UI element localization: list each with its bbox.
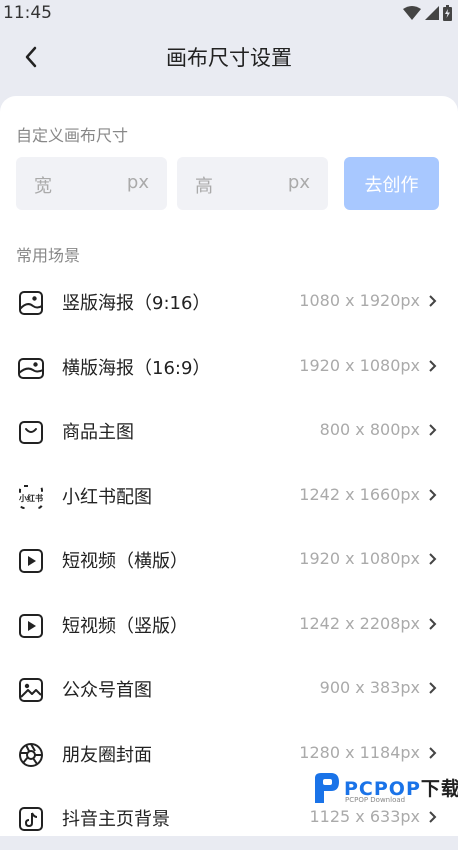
page-title: 画布尺寸设置 (166, 46, 292, 70)
status-bar: 11:45 (0, 0, 458, 28)
item-name: 抖音主页背景 (62, 809, 170, 830)
poster-landscape-icon (18, 357, 44, 379)
image-icon (19, 678, 43, 702)
play-icon (19, 549, 43, 573)
tiktok-icon (19, 807, 43, 831)
height-placeholder: 高 (195, 176, 213, 197)
pcpop-logo-icon (315, 773, 339, 803)
watermark-brand-cn: 下载 (420, 778, 458, 800)
header: 画布尺寸设置 (0, 28, 458, 88)
item-name: 竖版海报（9:16） (62, 293, 211, 314)
chevron-right-icon (429, 424, 437, 436)
item-size: 900 x 383px (319, 678, 420, 697)
width-input[interactable]: 宽 px (16, 157, 167, 210)
width-placeholder: 宽 (34, 176, 52, 197)
chevron-right-icon (429, 553, 437, 565)
list-item[interactable]: 公众号首图 900 x 383px (0, 657, 458, 721)
item-name: 商品主图 (62, 422, 134, 443)
list-item[interactable]: 横版海报（16:9） 1920 x 1080px (0, 335, 458, 399)
chevron-right-icon (429, 295, 437, 307)
item-name: 短视频（竖版） (62, 615, 188, 637)
shopping-bag-icon (19, 421, 43, 444)
height-unit: px (287, 172, 310, 193)
list-item[interactable]: 短视频（竖版） 1242 x 2208px (0, 593, 458, 657)
watermark: PCPOP下载 PCPOP Download (311, 770, 458, 810)
list-item[interactable]: 商品主图 800 x 800px (0, 399, 458, 463)
status-icons (403, 5, 452, 21)
chevron-right-icon (429, 359, 437, 372)
svg-text:小红书: 小红书 (18, 493, 43, 503)
scenes-label: 常用场景 (16, 246, 81, 265)
item-name: 朋友圈封面 (62, 744, 152, 766)
list-item[interactable]: 短视频（横版） 1920 x 1080px (0, 528, 458, 592)
aperture-icon (19, 742, 43, 767)
chevron-right-icon (429, 488, 437, 501)
signal-icon (425, 6, 439, 20)
item-name: 公众号首图 (62, 680, 152, 701)
item-size: 1920 x 1080px (299, 549, 420, 568)
item-name: 横版海报（16:9） (62, 357, 211, 379)
xiaohongshu-icon: 小红书 (18, 484, 43, 509)
item-size: 1920 x 1080px (299, 355, 420, 375)
item-name: 短视频（横版） (62, 551, 188, 572)
item-size: 1242 x 1660px (299, 484, 420, 504)
poster-portrait-icon (19, 291, 43, 315)
wifi-icon (403, 6, 421, 20)
list-item[interactable]: 竖版海报（9:16） 1080 x 1920px (0, 270, 458, 334)
custom-size-label: 自定义画布尺寸 (16, 126, 129, 145)
item-name: 小红书配图 (62, 486, 152, 508)
create-button[interactable]: 去创作 (344, 157, 439, 210)
list-item[interactable]: 小红书 小红书配图 1242 x 1660px (0, 464, 458, 528)
chevron-right-icon (429, 811, 437, 823)
item-size: 1242 x 2208px (299, 613, 420, 633)
play-icon (19, 613, 43, 638)
chevron-right-icon (429, 617, 437, 630)
item-size: 1280 x 1184px (299, 742, 420, 762)
status-time: 11:45 (3, 3, 52, 23)
battery-icon (443, 5, 452, 21)
width-unit: px (126, 172, 149, 193)
watermark-sub: PCPOP Download (345, 796, 406, 804)
item-size: 800 x 800px (319, 420, 420, 439)
chevron-right-icon (429, 746, 437, 759)
main-panel: 自定义画布尺寸 宽 px 高 px 去创作 常用场景 竖版海报（9:16） 10… (0, 96, 458, 836)
height-input[interactable]: 高 px (177, 157, 328, 210)
chevron-right-icon (429, 682, 437, 694)
item-size: 1080 x 1920px (299, 291, 420, 310)
